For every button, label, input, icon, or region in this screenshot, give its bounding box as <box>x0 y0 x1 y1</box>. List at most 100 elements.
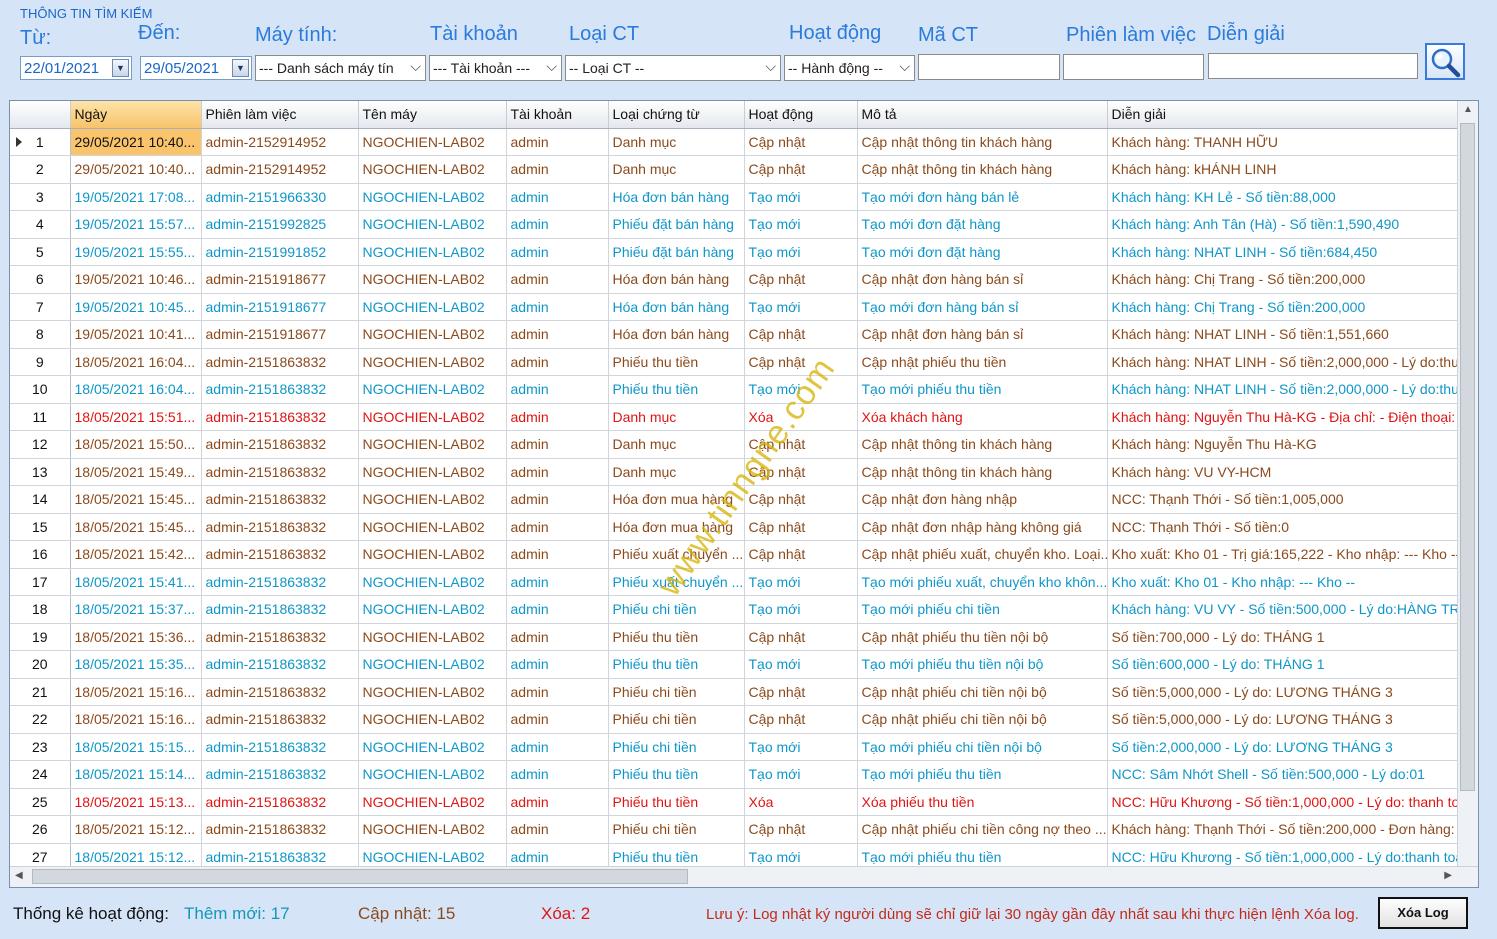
horizontal-scroll-thumb[interactable] <box>32 869 688 884</box>
cell-account[interactable]: admin <box>506 485 609 514</box>
activity-select[interactable]: -- Hành động -- ⌵ <box>784 55 915 81</box>
cell-doc-type[interactable]: Phiếu thu tiền <box>608 788 745 816</box>
cell-session[interactable]: admin-2151918677 <box>201 320 359 349</box>
search-button[interactable] <box>1425 43 1465 80</box>
cell-machine[interactable]: NGOCHIEN-LAB02 <box>358 760 507 789</box>
cell-date[interactable]: 18/05/2021 15:13... <box>70 788 202 816</box>
table-row[interactable]: 9 18/05/2021 16:04... admin-2151863832 NGOC… <box>10 348 1461 376</box>
cell-detail[interactable]: Khách hàng: kHÁNH LINH <box>1107 155 1461 184</box>
cell-session[interactable]: admin-2151863832 <box>201 623 359 651</box>
row-number[interactable]: 23 <box>10 733 71 761</box>
cell-date[interactable]: 18/05/2021 16:04... <box>70 375 202 404</box>
cell-action[interactable]: Tạo mới <box>744 568 858 596</box>
cell-detail[interactable]: Khách hàng: Anh Tân (Hà) - Số tiền:1,590… <box>1107 210 1461 239</box>
cell-detail[interactable]: NCC: Hữu Khương - Số tiền:1,000,000 - Lý… <box>1107 788 1461 816</box>
cell-account[interactable]: admin <box>506 650 609 679</box>
cell-detail[interactable]: Khách hàng: Nguyễn Thu Hà-KG - Địa chỉ: … <box>1107 403 1461 431</box>
cell-machine[interactable]: NGOCHIEN-LAB02 <box>358 815 507 844</box>
session-input[interactable] <box>1063 54 1204 80</box>
cell-date[interactable]: 18/05/2021 15:42... <box>70 540 202 569</box>
row-number[interactable]: 8 <box>10 320 71 349</box>
cell-session[interactable]: admin-2152914952 <box>201 155 359 184</box>
cell-account[interactable]: admin <box>506 183 609 211</box>
cell-session[interactable]: admin-2151863832 <box>201 430 359 459</box>
cell-description[interactable]: Tạo mới đơn đặt hàng <box>857 238 1108 266</box>
table-row[interactable]: 5 19/05/2021 15:55... admin-2151991852 NGOC… <box>10 238 1461 266</box>
cell-doc-type[interactable]: Phiếu thu tiền <box>608 348 745 376</box>
cell-date[interactable]: 29/05/2021 10:40... <box>70 155 202 184</box>
row-number[interactable]: 11 <box>10 403 71 431</box>
cell-account[interactable]: admin <box>506 128 609 156</box>
cell-description[interactable]: Tạo mới phiếu thu tiền nội bộ <box>857 650 1108 679</box>
column-header-doc-type[interactable]: Loại chứng từ <box>608 101 745 129</box>
cell-account[interactable]: admin <box>506 375 609 404</box>
cell-action[interactable]: Tạo mới <box>744 238 858 266</box>
cell-machine[interactable]: NGOCHIEN-LAB02 <box>358 155 507 184</box>
scroll-up-icon[interactable]: ▲ <box>1463 104 1473 115</box>
cell-session[interactable]: admin-2151918677 <box>201 293 359 321</box>
cell-machine[interactable]: NGOCHIEN-LAB02 <box>358 375 507 404</box>
table-row[interactable]: 8 19/05/2021 10:41... admin-2151918677 NGOC… <box>10 320 1461 349</box>
row-number[interactable]: 25 <box>10 788 71 816</box>
cell-doc-type[interactable]: Phiếu đặt bán hàng <box>608 210 745 239</box>
cell-detail[interactable]: NCC: Thạnh Thới - Số tiền:0 <box>1107 513 1461 541</box>
table-row[interactable]: 15 18/05/2021 15:45... admin-2151863832 NGO… <box>10 513 1461 541</box>
cell-session[interactable]: admin-2151863832 <box>201 375 359 404</box>
cell-account[interactable]: admin <box>506 320 609 349</box>
cell-description[interactable]: Cập nhật thông tin khách hàng <box>857 430 1108 459</box>
cell-action[interactable]: Cập nhật <box>744 348 858 376</box>
cell-action[interactable]: Tạo mới <box>744 293 858 321</box>
cell-doc-type[interactable]: Hóa đơn bán hàng <box>608 265 745 294</box>
cell-action[interactable]: Cập nhật <box>744 540 858 569</box>
cell-action[interactable]: Cập nhật <box>744 265 858 294</box>
cell-date[interactable]: 19/05/2021 10:46... <box>70 265 202 294</box>
row-number[interactable]: 12 <box>10 430 71 459</box>
cell-session[interactable]: admin-2151863832 <box>201 733 359 761</box>
cell-description[interactable]: Tạo mới đơn đặt hàng <box>857 210 1108 239</box>
cell-action[interactable]: Cập nhật <box>744 320 858 349</box>
cell-doc-type[interactable]: Phiếu xuất chuyển ... <box>608 540 745 569</box>
cell-action[interactable]: Cập nhật <box>744 430 858 459</box>
row-number[interactable]: 22 <box>10 705 71 734</box>
cell-doc-type[interactable]: Phiếu chi tiền <box>608 733 745 761</box>
scroll-right-icon[interactable]: ▶ <box>1444 870 1452 881</box>
row-number[interactable]: 15 <box>10 513 71 541</box>
table-row[interactable]: 11 18/05/2021 15:51... admin-2151863832 NGO… <box>10 403 1461 431</box>
cell-description[interactable]: Cập nhật đơn hàng bán sỉ <box>857 320 1108 349</box>
doc-type-select[interactable]: -- Loại CT -- ⌵ <box>565 55 781 81</box>
cell-description[interactable]: Tạo mới phiếu chi tiền <box>857 595 1108 624</box>
table-row[interactable]: 24 18/05/2021 15:14... admin-2151863832 NGO… <box>10 760 1461 789</box>
cell-session[interactable]: admin-2151863832 <box>201 595 359 624</box>
from-date-picker[interactable]: 22/01/2021 ▼ <box>20 56 132 80</box>
cell-date[interactable]: 18/05/2021 15:16... <box>70 705 202 734</box>
column-header-account[interactable]: Tài khoản <box>506 101 609 129</box>
cell-account[interactable]: admin <box>506 403 609 431</box>
table-row[interactable]: 25 18/05/2021 15:13... admin-2151863832 NGO… <box>10 788 1461 816</box>
cell-session[interactable]: admin-2151863832 <box>201 678 359 706</box>
row-number[interactable]: 16 <box>10 540 71 569</box>
table-row[interactable]: 23 18/05/2021 15:15... admin-2151863832 NGO… <box>10 733 1461 761</box>
cell-doc-type[interactable]: Danh mục <box>608 458 745 486</box>
cell-session[interactable]: admin-2152914952 <box>201 128 359 156</box>
cell-action[interactable]: Tạo mới <box>744 650 858 679</box>
cell-doc-type[interactable]: Hóa đơn bán hàng <box>608 320 745 349</box>
cell-date[interactable]: 18/05/2021 15:49... <box>70 458 202 486</box>
column-header-description[interactable]: Mô tả <box>857 101 1108 129</box>
cell-account[interactable]: admin <box>506 733 609 761</box>
cell-description[interactable]: Cập nhật phiếu thu tiền <box>857 348 1108 376</box>
row-number[interactable]: 19 <box>10 623 71 651</box>
cell-description[interactable]: Cập nhật phiếu chi tiền nội bộ <box>857 678 1108 706</box>
cell-detail[interactable]: Kho xuất: Kho 01 - Kho nhập: --- Kho -- <box>1107 568 1461 596</box>
column-header-action[interactable]: Hoạt động <box>744 101 858 129</box>
horizontal-scrollbar[interactable]: ◀ ▶ <box>10 866 1478 887</box>
cell-session[interactable]: admin-2151992825 <box>201 210 359 239</box>
cell-date[interactable]: 18/05/2021 15:45... <box>70 513 202 541</box>
cell-action[interactable]: Cập nhật <box>744 458 858 486</box>
cell-machine[interactable]: NGOCHIEN-LAB02 <box>358 403 507 431</box>
cell-session[interactable]: admin-2151966330 <box>201 183 359 211</box>
cell-account[interactable]: admin <box>506 348 609 376</box>
cell-machine[interactable]: NGOCHIEN-LAB02 <box>358 733 507 761</box>
cell-detail[interactable]: Khách hàng: NHAT LINH - Số tiền:1,551,66… <box>1107 320 1461 349</box>
cell-description[interactable]: Cập nhật phiếu chi tiền nội bộ <box>857 705 1108 734</box>
clear-log-button[interactable]: Xóa Log <box>1378 897 1468 929</box>
